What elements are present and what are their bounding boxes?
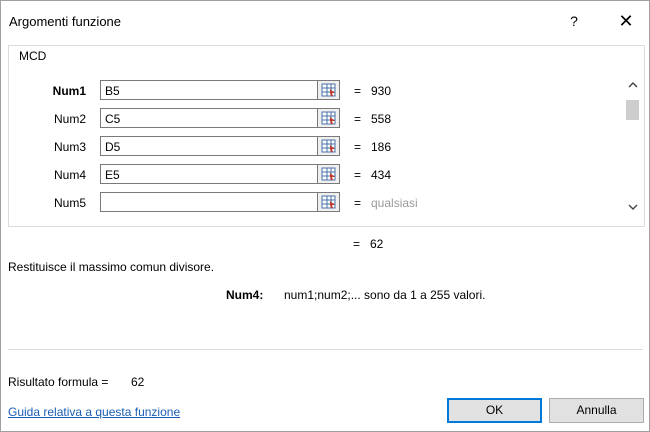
ok-button[interactable]: OK — [447, 398, 542, 423]
title-bar: Argomenti funzione ? ✕ — [1, 1, 649, 39]
argument-result: 930 — [371, 84, 392, 98]
divider — [8, 349, 643, 350]
function-arguments-dialog: Argomenti funzione ? ✕ MCD Num1 B5 = 930… — [0, 0, 650, 432]
range-selector-icon[interactable] — [318, 136, 340, 156]
range-selector-icon[interactable] — [318, 192, 340, 212]
argument-help-name: Num4: — [226, 288, 264, 302]
formula-result-label: Risultato formula = — [8, 375, 109, 389]
range-selector-icon[interactable] — [318, 108, 340, 128]
argument-row-num1: Num1 B5 = 930 — [9, 80, 609, 102]
cancel-button[interactable]: Annulla — [549, 398, 644, 423]
argument-row-num2: Num2 C5 = 558 — [9, 108, 609, 130]
function-result: 62 — [370, 237, 384, 251]
argument-input-num5[interactable] — [100, 192, 318, 212]
argument-input-num3[interactable]: D5 — [100, 136, 318, 156]
equals-sign: = — [354, 196, 362, 210]
argument-row-num3: Num3 D5 = 186 — [9, 136, 609, 158]
argument-label: Num4 — [53, 168, 86, 182]
result-equals-sign: = — [353, 237, 361, 251]
function-name: MCD — [19, 49, 47, 63]
chevron-up-icon[interactable] — [624, 78, 641, 96]
argument-result: qualsiasi — [371, 196, 418, 210]
help-button[interactable]: ? — [561, 9, 587, 33]
argument-input-num4[interactable]: E5 — [100, 164, 318, 184]
range-selector-icon[interactable] — [318, 164, 340, 184]
chevron-down-icon[interactable] — [624, 200, 641, 218]
argument-label: Num3 — [53, 140, 86, 154]
scrollbar-thumb[interactable] — [626, 100, 639, 120]
range-selector-icon[interactable] — [318, 80, 340, 100]
argument-input-num1[interactable]: B5 — [100, 80, 318, 100]
argument-label: Num1 — [52, 84, 86, 98]
formula-result-value: 62 — [131, 375, 145, 389]
argument-row-num5: Num5 = qualsiasi — [9, 192, 609, 214]
argument-input-num2[interactable]: C5 — [100, 108, 318, 128]
argument-help-text: num1;num2;... sono da 1 a 255 valori. — [284, 288, 486, 302]
dialog-title: Argomenti funzione — [9, 14, 122, 29]
equals-sign: = — [354, 112, 362, 126]
argument-result: 186 — [371, 140, 392, 154]
equals-sign: = — [354, 168, 362, 182]
function-description: Restituisce il massimo comun divisore. — [8, 260, 215, 274]
argument-label: Num5 — [53, 196, 86, 210]
function-help-link[interactable]: Guida relativa a questa funzione — [8, 405, 180, 419]
argument-label: Num2 — [53, 112, 86, 126]
close-button[interactable]: ✕ — [613, 9, 639, 33]
argument-result: 558 — [371, 112, 392, 126]
argument-row-num4: Num4 E5 = 434 — [9, 164, 609, 186]
arguments-group: MCD Num1 B5 = 930 Num2 C5 = 558 Num3 D5 — [8, 45, 645, 227]
argument-result: 434 — [371, 168, 392, 182]
equals-sign: = — [354, 140, 362, 154]
equals-sign: = — [354, 84, 362, 98]
arguments-scrollbar[interactable] — [624, 78, 641, 218]
